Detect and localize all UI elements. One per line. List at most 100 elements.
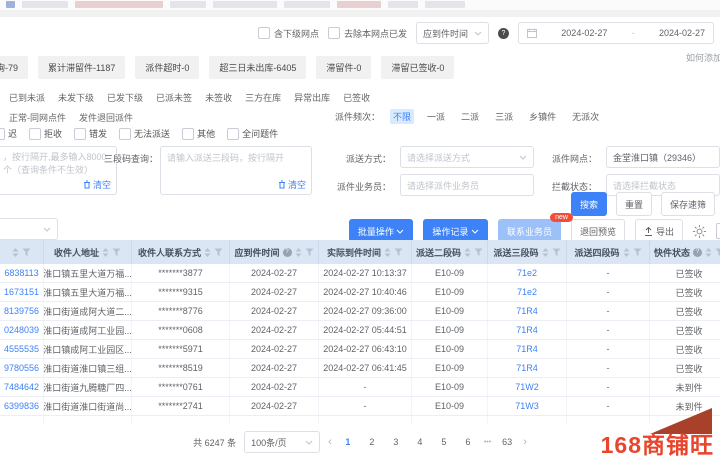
frequency-option[interactable]: 二派 [458,109,482,124]
waybill-link[interactable]: 8139756 [4,306,39,316]
column-header[interactable]: 应到件时间 ? [230,240,319,264]
waybill-column-header[interactable] [0,240,44,264]
reset-button[interactable]: 重置 [616,192,652,216]
save-filter-button[interactable]: 保存速筛 [661,192,715,216]
clear-waybill-button[interactable]: 清空 [83,178,111,191]
filter-funnel-icon[interactable] [22,248,31,257]
status-link[interactable]: 已到未派 [9,91,45,104]
checkbox-icon[interactable] [0,128,5,140]
problem-checkbox[interactable]: 其他 [182,127,215,140]
frequency-option[interactable]: 无派次 [569,109,602,124]
waybill-link[interactable]: 0248039 [4,325,39,335]
problem-checkbox[interactable]: 错发 [74,127,107,140]
status-link[interactable]: 未签收 [205,91,232,104]
column-header[interactable]: 派送三段码 [488,240,567,264]
waybill-link[interactable]: 7484642 [4,382,39,392]
table-settings-gear-icon[interactable] [693,225,706,238]
top-tab[interactable] [6,1,15,8]
waybill-link[interactable]: 6838113 [4,268,38,278]
sort-icon[interactable] [102,248,109,257]
batch-scope-select[interactable] [0,218,58,240]
column-header[interactable]: 快件状态 ? [650,240,720,264]
segment3-link[interactable]: 71W2 [515,382,539,392]
include-sub-checkbox[interactable]: 含下级网点 [258,27,319,40]
frequency-option[interactable]: 三派 [492,109,516,124]
stat-tab[interactable]: 派件超时-0 [135,56,199,79]
top-tab[interactable] [388,1,418,8]
info-icon[interactable]: ? [693,248,702,257]
page-button-last[interactable]: 63 [499,437,515,447]
exclude-sent-checkbox[interactable]: 去除本网点已发 [328,27,407,40]
date-end[interactable]: 2024-02-27 [659,28,705,38]
column-header[interactable]: 派送四段码 [567,240,650,264]
column-header[interactable]: 收件人联系方式 [132,240,230,264]
status-link[interactable]: 发件退回派件 [79,111,133,124]
checkbox-icon[interactable] [328,27,340,39]
stat-tab[interactable]: 滞留已签收-0 [381,56,454,79]
page-size-select[interactable]: 100条/页 [244,431,320,453]
checkbox-icon[interactable] [29,128,41,140]
sort-icon[interactable] [623,248,630,257]
checkbox-icon[interactable] [227,128,239,140]
checkbox-icon[interactable] [119,128,131,140]
courier-select[interactable]: 请选择派件业务员 [400,174,534,196]
top-tab[interactable] [337,1,381,8]
filter-funnel-icon[interactable] [474,248,483,257]
clear-segment-button[interactable]: 清空 [278,178,306,191]
status-link[interactable]: 异常出库 [294,91,330,104]
page-button-active[interactable]: 1 [340,437,356,447]
filter-funnel-icon[interactable] [305,248,314,257]
stat-tab[interactable]: 询-79 [0,56,28,79]
segment3-link[interactable]: 71e2 [517,268,537,278]
status-link[interactable]: 正常-同网点件 [9,111,66,124]
page-button[interactable]: 4 [412,437,428,447]
problem-checkbox[interactable]: 无法派送 [119,127,170,140]
info-icon[interactable]: ? [283,248,292,257]
top-tab[interactable] [425,1,465,8]
sort-icon[interactable] [464,248,471,257]
filter-funnel-icon[interactable] [715,248,720,257]
segment3-link[interactable]: 71R4 [516,344,538,354]
page-button[interactable]: 2 [364,437,380,447]
date-start[interactable]: 2024-02-27 [561,28,607,38]
waybill-link[interactable]: 9780556 [4,363,39,373]
waybill-link[interactable]: 4555535 [4,344,39,354]
column-header[interactable]: 收件人地址 [44,240,132,264]
problem-checkbox[interactable]: 拒收 [29,127,62,140]
column-header[interactable]: 实际到件时间 [319,240,412,264]
checkbox-icon[interactable] [258,27,270,39]
segment3-link[interactable]: 71W3 [515,401,539,411]
waybill-link[interactable]: 1673151 [4,287,39,297]
problem-checkbox[interactable]: 迟 [0,127,17,140]
segment3-link[interactable]: 71R4 [516,363,538,373]
filter-funnel-icon[interactable] [394,248,403,257]
filter-funnel-icon[interactable] [214,248,223,257]
segment-code-textarea[interactable]: 请输入派送三段码，按行隔开 清空 [160,146,312,195]
date-range-picker[interactable]: 2024-02-27 - 2024-02-27 [518,22,714,44]
problem-checkbox[interactable]: 全问题件 [227,127,278,140]
segment3-link[interactable]: 71R4 [516,325,538,335]
column-settings-icon[interactable] [716,223,720,239]
help-icon[interactable]: ? [498,28,509,39]
frequency-option[interactable]: 一派 [424,109,448,124]
top-tab[interactable] [170,1,206,8]
top-tab[interactable] [213,1,277,8]
stat-tab[interactable]: 超三日未出库-6405 [209,56,306,79]
top-tab[interactable] [75,1,163,8]
checkbox-icon[interactable] [74,128,86,140]
page-button[interactable]: 5 [436,437,452,447]
branch-input[interactable]: 金堂淮口镇（29346） [606,146,720,168]
frequency-option[interactable]: 乡镇件 [526,109,559,124]
top-tab[interactable] [284,1,330,8]
status-link[interactable]: 未发下级 [58,91,94,104]
time-field-select[interactable]: 应到件时间 [416,22,489,44]
stat-tab[interactable]: 滞留件-0 [316,56,371,79]
checkbox-icon[interactable] [182,128,194,140]
sort-icon[interactable] [295,248,302,257]
status-link[interactable]: 已派未签 [156,91,192,104]
page-button[interactable]: 6 [460,437,476,447]
next-page-button[interactable]: › [523,436,527,448]
status-link[interactable]: 三方在库 [245,91,281,104]
sort-icon[interactable] [12,248,19,257]
column-header[interactable]: 派送二段码 [412,240,488,264]
